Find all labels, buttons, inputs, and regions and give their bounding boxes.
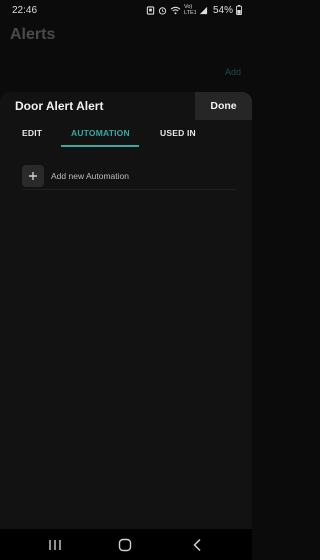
tab-edit[interactable]: EDIT <box>22 128 42 138</box>
status-bar: 22:46 Vo) LTE1 54% <box>0 0 252 20</box>
status-icons: Vo) LTE1 54% <box>146 4 242 16</box>
alert-sheet: Door Alert Alert Done EDIT AUTOMATION US… <box>0 92 252 529</box>
background-add-link: Add <box>224 67 241 77</box>
network-label: Vo) LTE1 <box>183 4 196 16</box>
plus-icon <box>22 164 44 187</box>
tab-bar: EDIT AUTOMATION USED IN <box>0 122 252 148</box>
active-tab-indicator <box>61 145 139 147</box>
battery-icon <box>236 5 242 15</box>
recents-icon[interactable] <box>47 537 63 553</box>
notification-icon <box>146 5 155 15</box>
background-screen: Alerts Add <box>0 20 252 92</box>
tab-automation[interactable]: AUTOMATION <box>71 128 130 138</box>
alarm-icon <box>158 6 167 15</box>
tab-used-in[interactable]: USED IN <box>160 128 196 138</box>
status-time: 22:46 <box>12 4 38 16</box>
home-icon[interactable] <box>117 537 133 553</box>
sheet-title: Door Alert Alert <box>15 99 104 113</box>
wifi-icon <box>170 6 181 15</box>
signal-icon <box>199 6 208 15</box>
add-automation-row[interactable]: Add new Automation <box>22 162 236 190</box>
background-title: Alerts <box>10 26 56 43</box>
done-button[interactable]: Done <box>195 92 252 120</box>
sheet-header: Door Alert Alert Done <box>0 92 252 120</box>
add-automation-label: Add new Automation <box>51 170 129 181</box>
back-icon[interactable] <box>189 537 205 553</box>
navigation-bar <box>0 529 252 560</box>
battery-percent: 54% <box>212 4 233 16</box>
